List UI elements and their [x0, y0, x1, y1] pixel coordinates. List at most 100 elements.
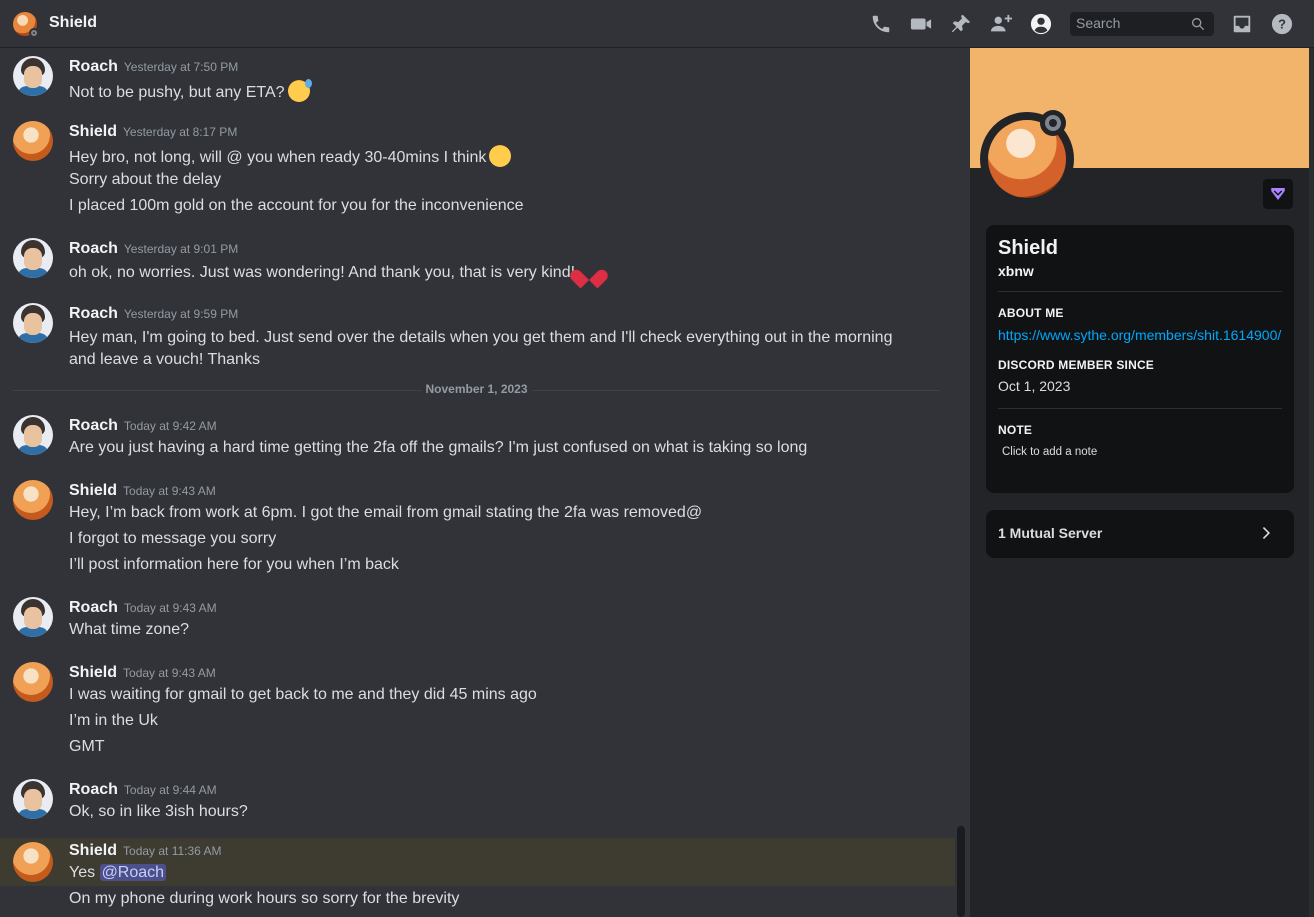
note-input[interactable]: Click to add a note — [1002, 446, 1097, 458]
message-timestamp: Today at 11:36 AM — [123, 844, 222, 858]
divider — [998, 291, 1282, 292]
author-name[interactable]: Roach — [69, 599, 118, 616]
mutual-servers-label: 1 Mutual Server — [998, 525, 1103, 541]
message-author[interactable]: Roach Today at 9:42 AM — [69, 417, 217, 435]
message-text: Yes @Roach — [69, 864, 167, 882]
author-name[interactable]: Roach — [69, 305, 118, 322]
shield-avatar[interactable] — [13, 480, 53, 520]
nitro-badge-icon[interactable] — [1263, 179, 1293, 209]
message-list[interactable]: Roach Yesterday at 7:50 PM Not to be push… — [0, 48, 955, 917]
message-group-highlighted[interactable]: Shield Today at 11:36 AM Yes @Roach — [0, 838, 955, 886]
message-group[interactable]: Roach Yesterday at 9:01 PM oh ok, no worr… — [0, 234, 955, 294]
message-author[interactable]: Shield Yesterday at 8:17 PM — [69, 123, 237, 141]
help-icon[interactable]: ? — [1271, 13, 1293, 35]
message-text: Are you just having a hard time getting … — [69, 439, 808, 456]
dm-title[interactable]: Shield — [49, 14, 97, 32]
roach-avatar[interactable] — [13, 597, 53, 637]
window-edge — [1309, 48, 1314, 917]
sweat-smile-emoji-icon — [287, 79, 312, 102]
message-text: Hey, I’m back from work at 6pm. I got th… — [69, 504, 703, 521]
note-label: NOTE — [998, 423, 1033, 437]
message-group[interactable]: Roach Today at 9:43 AM What time zone? — [0, 593, 955, 653]
message-author[interactable]: Shield Today at 9:43 AM — [69, 664, 216, 682]
svg-text:?: ? — [1278, 17, 1286, 32]
message-text: GMT — [69, 738, 105, 755]
roach-avatar[interactable] — [13, 56, 53, 96]
message-text: I forgot to message you sorry — [69, 530, 277, 547]
message-text: Hey bro, not long, will @ you when ready… — [69, 145, 512, 167]
message-author[interactable]: Shield Today at 11:36 AM — [69, 842, 222, 860]
phone-call-icon[interactable] — [870, 13, 892, 35]
message-group[interactable]: Shield Today at 9:43 AM I was waiting for… — [0, 658, 955, 768]
roach-avatar[interactable] — [13, 303, 53, 343]
date-divider: November 1, 2023 — [13, 382, 940, 396]
message-group[interactable]: Roach Yesterday at 7:50 PM Not to be push… — [0, 52, 955, 112]
message-text: On my phone during work hours so sorry f… — [69, 890, 460, 907]
video-icon[interactable] — [910, 13, 932, 35]
inbox-icon[interactable] — [1231, 13, 1253, 35]
user-profile-icon[interactable] — [1030, 13, 1052, 35]
message-timestamp: Today at 9:43 AM — [123, 484, 216, 498]
member-since-value: Oct 1, 2023 — [998, 378, 1071, 394]
message-text: I’ll post information here for you when … — [69, 556, 399, 573]
message-author[interactable]: Roach Today at 9:43 AM — [69, 599, 217, 617]
pin-icon[interactable] — [950, 13, 972, 35]
author-name[interactable]: Shield — [69, 842, 117, 859]
about-me-link[interactable]: https://www.sythe.org/members/shit.16149… — [998, 327, 1281, 343]
offline-status-indicator — [29, 28, 39, 38]
message-text: I was waiting for gmail to get back to m… — [69, 686, 537, 703]
message-author[interactable]: Roach Yesterday at 7:50 PM — [69, 58, 238, 76]
profile-username: xbnw — [998, 263, 1034, 279]
message-text: Ok, so in like 3ish hours? — [69, 803, 248, 820]
author-name[interactable]: Shield — [69, 482, 117, 499]
message-group[interactable]: Roach Yesterday at 9:59 PM Hey man, I'm g… — [0, 299, 955, 369]
channel-header: Shield Search ? — [0, 0, 1314, 48]
user-mention[interactable]: @Roach — [99, 864, 167, 881]
message-timestamp: Yesterday at 9:59 PM — [123, 307, 239, 321]
message-timestamp: Yesterday at 8:17 PM — [123, 125, 238, 139]
message-timestamp: Today at 9:43 AM — [123, 666, 216, 680]
add-friend-icon[interactable] — [990, 13, 1012, 35]
message-text: Hey man, I'm going to bed. Just send ove… — [69, 329, 893, 368]
message-author[interactable]: Roach Yesterday at 9:59 PM — [69, 305, 238, 323]
roach-avatar[interactable] — [13, 415, 53, 455]
profile-card: Shield xbnw ABOUT ME https://www.sythe.o… — [986, 225, 1294, 493]
shield-avatar[interactable] — [13, 121, 53, 161]
date-divider-label: November 1, 2023 — [421, 382, 532, 396]
search-icon — [1190, 16, 1206, 32]
message-author[interactable]: Shield Today at 9:43 AM — [69, 482, 216, 500]
message-text: oh ok, no worries. Just was wondering! A… — [69, 262, 600, 282]
slight-smile-emoji-icon — [489, 145, 512, 167]
message-author[interactable]: Roach Yesterday at 9:01 PM — [69, 240, 238, 258]
author-name[interactable]: Shield — [69, 123, 117, 140]
message-timestamp: Today at 9:43 AM — [123, 601, 217, 615]
message-group[interactable]: Shield Today at 9:43 AM Hey, I’m back fro… — [0, 476, 955, 586]
heart-emoji-icon — [578, 262, 600, 282]
author-name[interactable]: Roach — [69, 417, 118, 434]
message-group[interactable]: Roach Today at 9:44 AM Ok, so in like 3is… — [0, 775, 955, 835]
message-timestamp: Yesterday at 7:50 PM — [123, 60, 239, 74]
message-author[interactable]: Roach Today at 9:44 AM — [69, 781, 217, 799]
mutual-servers-button[interactable]: 1 Mutual Server — [986, 510, 1294, 558]
roach-avatar[interactable] — [13, 779, 53, 819]
message-scrollbar[interactable] — [957, 826, 965, 917]
message-timestamp: Yesterday at 9:01 PM — [123, 242, 239, 256]
message-group[interactable]: Roach Today at 9:42 AM Are you just havin… — [0, 411, 955, 471]
divider — [998, 408, 1282, 409]
message-text: What time zone? — [69, 621, 190, 638]
message-line: Hey bro, not long, will @ you when ready… — [69, 149, 487, 166]
roach-avatar[interactable] — [13, 238, 53, 278]
user-profile-panel: Shield xbnw ABOUT ME https://www.sythe.o… — [970, 48, 1314, 917]
author-name[interactable]: Roach — [69, 58, 118, 75]
author-name[interactable]: Roach — [69, 240, 118, 257]
search-input[interactable]: Search — [1070, 12, 1214, 36]
chevron-right-icon — [1258, 524, 1276, 542]
author-name[interactable]: Roach — [69, 781, 118, 798]
profile-display-name: Shield — [998, 237, 1059, 259]
shield-avatar[interactable] — [13, 842, 53, 882]
message-group[interactable]: Shield Yesterday at 8:17 PM Hey bro, not … — [0, 117, 955, 227]
member-since-label: DISCORD MEMBER SINCE — [998, 358, 1155, 372]
author-name[interactable]: Shield — [69, 664, 117, 681]
shield-avatar[interactable] — [13, 662, 53, 702]
message-line: Not to be pushy, but any ETA? — [69, 84, 285, 101]
